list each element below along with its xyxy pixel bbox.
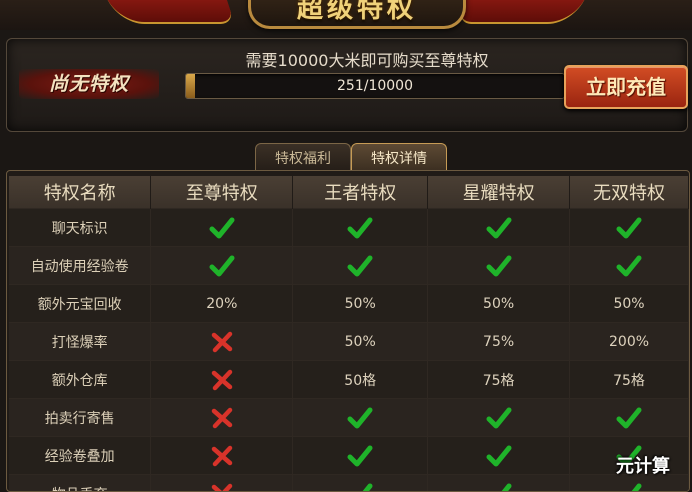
column-header-name: 特权名称 [9,176,151,209]
privilege-value: 50% [293,285,428,323]
table-header-row: 特权名称 至尊特权 王者特权 星耀特权 无双特权 [9,176,689,209]
table-body: 聊天标识自动使用经验卷额外元宝回收20%50%50%50%打怪爆率50%75%2… [9,209,689,492]
privilege-value: 75% [428,323,570,361]
check-icon [428,475,570,492]
privilege-value: 50% [570,285,689,323]
cross-icon [151,475,293,492]
privilege-value: 200% [570,323,689,361]
privilege-status-panel: 尚无特权 需要10000大米即可购买至尊特权 251/10000 立即充值 [6,38,688,132]
check-icon [293,399,428,437]
check-icon [293,475,428,492]
check-icon [428,399,570,437]
privilege-name: 物品丢弃 [9,475,151,492]
top-banner: 超级特权 [0,0,692,30]
table-row: 自动使用经验卷 [9,247,689,285]
cross-icon [151,437,293,475]
privilege-name: 打怪爆率 [9,323,151,361]
ribbon-left [105,0,235,24]
column-header-peerless: 无双特权 [570,176,689,209]
tab-privilege-details[interactable]: 特权详情 [351,143,447,172]
status-label: 尚无特权 [19,69,159,99]
tab-privilege-benefits[interactable]: 特权福利 [255,143,351,172]
privilege-value: 50格 [293,361,428,399]
privilege-value: 50% [428,285,570,323]
privilege-name: 额外元宝回收 [9,285,151,323]
privilege-name: 额外仓库 [9,361,151,399]
requirement-text: 需要10000大米即可购买至尊特权 [182,47,552,71]
cross-icon [151,361,293,399]
status-tag: 尚无特权 [19,69,159,99]
privilege-table-frame: 特权名称 至尊特权 王者特权 星耀特权 无双特权 聊天标识自动使用经验卷额外元宝… [6,170,690,492]
check-icon [151,209,293,247]
recharge-button[interactable]: 立即充值 [564,65,688,109]
privilege-name: 经验卷叠加 [9,437,151,475]
table-row: 拍卖行寄售 [9,399,689,437]
check-icon [570,209,689,247]
table-row: 物品丢弃 [9,475,689,492]
table-row: 打怪爆率 50%75%200% [9,323,689,361]
privilege-value: 20% [151,285,293,323]
progress-bar: 251/10000 [185,73,565,99]
check-icon [428,209,570,247]
privilege-value: 50% [293,323,428,361]
column-header-king: 王者特权 [293,176,428,209]
ribbon-right [457,0,587,24]
check-icon [428,247,570,285]
privilege-name: 聊天标识 [9,209,151,247]
progress-text: 251/10000 [186,74,564,98]
check-icon [293,247,428,285]
check-icon [428,437,570,475]
privilege-name: 自动使用经验卷 [9,247,151,285]
privilege-value: 75格 [570,361,689,399]
table-row: 经验卷叠加 [9,437,689,475]
cross-icon [151,399,293,437]
column-header-supreme: 至尊特权 [151,176,293,209]
watermark: 元计算 [616,452,670,478]
column-header-star: 星耀特权 [428,176,570,209]
table-row: 聊天标识 [9,209,689,247]
check-icon [570,247,689,285]
recharge-button-label: 立即充值 [566,67,686,107]
privilege-value: 75格 [428,361,570,399]
table-row: 额外仓库50格75格75格 [9,361,689,399]
privilege-name: 拍卖行寄售 [9,399,151,437]
privilege-table: 特权名称 至尊特权 王者特权 星耀特权 无双特权 聊天标识自动使用经验卷额外元宝… [9,176,689,492]
cross-icon [151,323,293,361]
page-title: 超级特权 [251,0,463,22]
table-row: 额外元宝回收20%50%50%50% [9,285,689,323]
check-icon [293,209,428,247]
check-icon [151,247,293,285]
title-plaque: 超级特权 [248,0,466,29]
check-icon [293,437,428,475]
check-icon [570,399,689,437]
